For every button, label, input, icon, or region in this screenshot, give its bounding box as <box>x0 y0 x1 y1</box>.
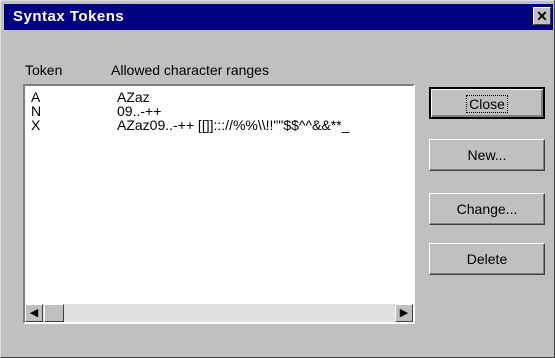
window-title: Syntax Tokens <box>13 8 125 25</box>
token-name: X <box>31 117 41 133</box>
syntax-tokens-dialog: Syntax Tokens ✕ Token Allowed character … <box>0 0 555 358</box>
token-ranges: AZaz09..-++ [[]]::://%%\\!!""$$^^&&**_ <box>117 117 350 133</box>
column-header-ranges: Allowed character ranges <box>111 62 269 78</box>
scroll-thumb[interactable] <box>44 304 64 322</box>
horizontal-scrollbar[interactable]: ◀ ▶ <box>25 304 413 322</box>
delete-button[interactable]: Delete <box>429 243 545 275</box>
close-button[interactable]: Close <box>429 87 545 119</box>
close-button-label: Close <box>466 95 508 113</box>
scroll-right-icon[interactable]: ▶ <box>395 304 413 322</box>
change-button[interactable]: Change... <box>429 193 545 225</box>
new-button[interactable]: New... <box>429 139 545 171</box>
scroll-left-icon[interactable]: ◀ <box>25 304 43 322</box>
close-icon[interactable]: ✕ <box>533 7 551 25</box>
column-header-token: Token <box>25 62 63 78</box>
token-list[interactable]: A AZaz N 09..-++ X AZaz09..-++ [[]]::://… <box>23 84 415 324</box>
title-bar: Syntax Tokens ✕ <box>4 4 553 30</box>
